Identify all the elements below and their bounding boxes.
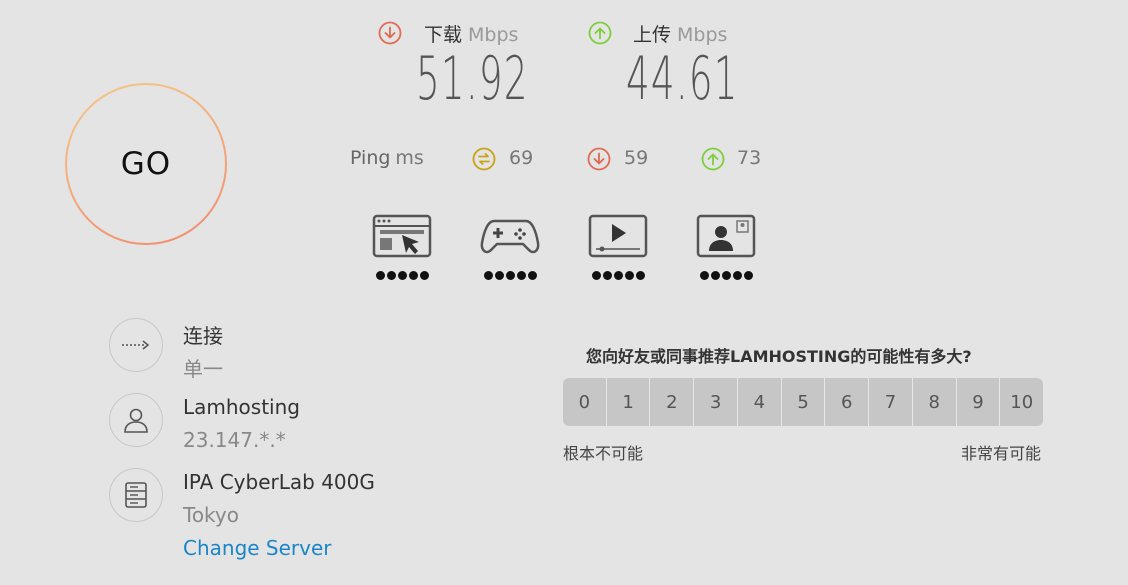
rating-dot	[591, 271, 601, 280]
go-button[interactable]: GO	[65, 83, 227, 245]
ping-label: Ping	[350, 147, 391, 169]
download-header: 下载 Mbps	[424, 20, 518, 47]
rating-dot	[710, 271, 720, 280]
rating-dot	[613, 271, 623, 280]
nps-option-5[interactable]: 5	[782, 378, 826, 426]
rating-dot	[483, 271, 493, 280]
connection-icon-wrap	[109, 318, 163, 372]
download-label: 下载	[424, 24, 463, 46]
upload-speed: 44.61	[626, 44, 739, 114]
ping-idle-value: 69	[509, 147, 534, 169]
nps-option-6[interactable]: 6	[825, 378, 870, 426]
rating-dots	[372, 271, 432, 280]
ping-upload-icon	[701, 147, 725, 171]
activity-web-browsing	[372, 207, 432, 280]
isp-icon-wrap	[109, 393, 163, 447]
server-icon-wrap	[109, 468, 163, 522]
nps-option-0[interactable]: 0	[563, 378, 607, 426]
rating-dot	[408, 271, 418, 280]
connections-arrow-icon	[122, 340, 150, 350]
ping-header: Ping ms	[350, 147, 424, 169]
upload-header: 上传 Mbps	[633, 20, 727, 47]
isp-name: Lamhosting	[183, 395, 300, 419]
server-icon	[125, 482, 147, 508]
connection-title: 连接	[183, 324, 223, 348]
rating-dot	[397, 271, 407, 280]
video-call-icon	[696, 214, 756, 258]
gaming-icon	[480, 219, 540, 254]
rating-dot	[732, 271, 742, 280]
rating-dot	[624, 271, 634, 280]
upload-label: 上传	[633, 24, 672, 46]
server-location: Tokyo	[183, 503, 239, 527]
go-label: GO	[120, 146, 172, 182]
video-streaming-icon	[588, 214, 648, 258]
nps-option-3[interactable]: 3	[694, 378, 738, 426]
rating-dot	[375, 271, 385, 280]
rating-dot	[494, 271, 504, 280]
rating-dot	[721, 271, 731, 280]
connection-mode: 单一	[183, 357, 223, 381]
rating-dot	[699, 271, 709, 280]
activity-video-call	[696, 207, 756, 280]
nps-option-10[interactable]: 10	[1000, 378, 1043, 426]
nps-scale: 0 1 2 3 4 5 6 7 8 9 10	[563, 378, 1043, 426]
nps-question: 您向好友或同事推荐LAMHOSTING的可能性有多大?	[586, 347, 972, 366]
download-arrow-icon	[378, 21, 402, 45]
web-browsing-icon	[372, 214, 432, 258]
rating-dot	[505, 271, 515, 280]
rating-dot	[386, 271, 396, 280]
nps-low-label: 根本不可能	[563, 444, 644, 463]
rating-dot	[602, 271, 612, 280]
rating-dot	[527, 271, 537, 280]
ping-download-icon	[587, 147, 611, 171]
nps-option-9[interactable]: 9	[957, 378, 1001, 426]
rating-dot	[635, 271, 645, 280]
nps-option-4[interactable]: 4	[738, 378, 782, 426]
rating-dot	[419, 271, 429, 280]
activity-gaming	[480, 207, 540, 280]
nps-high-label: 非常有可能	[961, 444, 1042, 463]
server-name: IPA CyberLab 400G	[183, 470, 375, 494]
rating-dots	[480, 271, 540, 280]
idle-ping-icon	[472, 147, 496, 171]
ping-unit: ms	[395, 147, 424, 169]
rating-dot	[516, 271, 526, 280]
rating-dots	[696, 271, 756, 280]
download-speed: 51.92	[416, 44, 529, 114]
upload-unit: Mbps	[677, 24, 728, 46]
nps-option-7[interactable]: 7	[869, 378, 913, 426]
isp-ip: 23.147.*.*	[183, 428, 286, 452]
activity-video-streaming	[588, 207, 648, 280]
user-icon	[124, 408, 148, 433]
change-server-link[interactable]: Change Server	[183, 536, 332, 560]
download-unit: Mbps	[468, 24, 519, 46]
ping-download-value: 59	[624, 147, 649, 169]
nps-option-8[interactable]: 8	[913, 378, 957, 426]
nps-option-2[interactable]: 2	[650, 378, 695, 426]
nps-option-1[interactable]: 1	[607, 378, 651, 426]
rating-dot	[743, 271, 753, 280]
rating-dots	[588, 271, 648, 280]
upload-arrow-icon	[588, 21, 612, 45]
ping-upload-value: 73	[737, 147, 762, 169]
